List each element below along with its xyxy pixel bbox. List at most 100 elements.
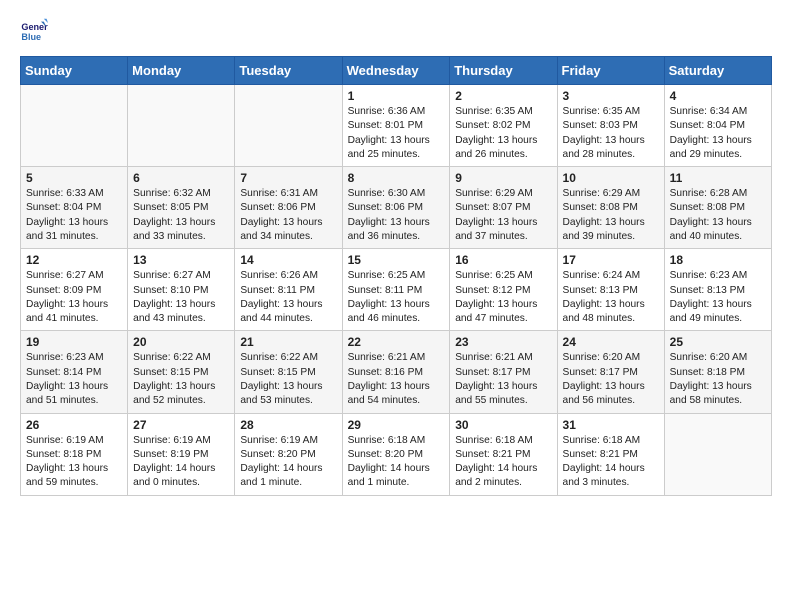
day-number: 7 (240, 171, 336, 185)
day-number: 10 (563, 171, 659, 185)
day-info: Sunrise: 6:19 AM Sunset: 8:18 PM Dayligh… (26, 434, 122, 491)
calendar-cell: 28Sunrise: 6:19 AM Sunset: 8:20 PM Dayli… (235, 413, 342, 495)
day-info: Sunrise: 6:35 AM Sunset: 8:02 PM Dayligh… (455, 105, 551, 162)
day-number: 13 (133, 253, 229, 267)
calendar-cell: 10 Sunrise: 6:29 AM Sunset: 8:08 PM Dayli… (557, 167, 664, 249)
calendar-cell: 20 Sunrise: 6:22 AM Sunset: 8:15 PM Dayli… (128, 331, 235, 413)
day-info: Sunrise: 6:22 AM Sunset: 8:15 PM Dayligh… (240, 351, 336, 408)
calendar-cell: 26 Sunrise: 6:19 AM Sunset: 8:18 PM Dayli… (21, 413, 128, 495)
day-info: Sunrise: 6:31 AM Sunset: 8:06 PM Dayligh… (240, 187, 336, 244)
day-info: Sunrise: 6:32 AM Sunset: 8:05 PM Dayligh… (133, 187, 229, 244)
calendar-cell: 15Sunrise: 6:25 AM Sunset: 8:11 PM Dayli… (342, 249, 450, 331)
svg-text:Blue: Blue (21, 32, 41, 42)
day-number: 18 (670, 253, 766, 267)
day-info: Sunrise: 6:23 AM Sunset: 8:13 PM Dayligh… (670, 269, 766, 326)
calendar-week-row: 5Sunrise: 6:33 AM Sunset: 8:04 PM Daylig… (21, 167, 772, 249)
weekday-header-thursday: Thursday (450, 57, 557, 85)
day-info: Sunrise: 6:21 AM Sunset: 8:17 PM Dayligh… (455, 351, 551, 408)
calendar-week-row: 19 Sunrise: 6:23 AM Sunset: 8:14 PM Dayli… (21, 331, 772, 413)
day-number: 25 (670, 335, 766, 349)
day-number: 4 (670, 89, 766, 103)
weekday-header-monday: Monday (128, 57, 235, 85)
day-number: 21 (240, 335, 336, 349)
weekday-header-sunday: Sunday (21, 57, 128, 85)
calendar-cell: 11 Sunrise: 6:28 AM Sunset: 8:08 PM Dayli… (664, 167, 771, 249)
calendar-cell: 7 Sunrise: 6:31 AM Sunset: 8:06 PM Daylig… (235, 167, 342, 249)
day-number: 19 (26, 335, 122, 349)
day-info: Sunrise: 6:29 AM Sunset: 8:08 PM Dayligh… (563, 187, 659, 244)
weekday-header-wednesday: Wednesday (342, 57, 450, 85)
calendar-cell: 8Sunrise: 6:30 AM Sunset: 8:06 PM Daylig… (342, 167, 450, 249)
day-info: Sunrise: 6:26 AM Sunset: 8:11 PM Dayligh… (240, 269, 336, 326)
calendar-cell: 6 Sunrise: 6:32 AM Sunset: 8:05 PM Daylig… (128, 167, 235, 249)
calendar-cell: 22 Sunrise: 6:21 AM Sunset: 8:16 PM Dayli… (342, 331, 450, 413)
day-number: 23 (455, 335, 551, 349)
day-number: 3 (563, 89, 659, 103)
day-info: Sunrise: 6:23 AM Sunset: 8:14 PM Dayligh… (26, 351, 122, 408)
calendar-cell: 25 Sunrise: 6:20 AM Sunset: 8:18 PM Dayli… (664, 331, 771, 413)
day-info: Sunrise: 6:25 AM Sunset: 8:12 PM Dayligh… (455, 269, 551, 326)
day-info: Sunrise: 6:18 AM Sunset: 8:21 PM Dayligh… (563, 434, 659, 491)
calendar-cell: 1Sunrise: 6:36 AM Sunset: 8:01 PM Daylig… (342, 85, 450, 167)
day-number: 20 (133, 335, 229, 349)
day-info: Sunrise: 6:36 AM Sunset: 8:01 PM Dayligh… (348, 105, 445, 162)
calendar-cell: 24 Sunrise: 6:20 AM Sunset: 8:17 PM Dayli… (557, 331, 664, 413)
day-info: Sunrise: 6:27 AM Sunset: 8:10 PM Dayligh… (133, 269, 229, 326)
general-blue-logo-icon: General Blue (20, 16, 48, 44)
calendar-cell: 4 Sunrise: 6:34 AM Sunset: 8:04 PM Daylig… (664, 85, 771, 167)
day-info: Sunrise: 6:28 AM Sunset: 8:08 PM Dayligh… (670, 187, 766, 244)
day-info: Sunrise: 6:19 AM Sunset: 8:19 PM Dayligh… (133, 434, 229, 491)
page-header: General Blue (20, 16, 772, 44)
day-number: 30 (455, 418, 551, 432)
calendar-cell: 12Sunrise: 6:27 AM Sunset: 8:09 PM Dayli… (21, 249, 128, 331)
calendar-cell: 2 Sunrise: 6:35 AM Sunset: 8:02 PM Daylig… (450, 85, 557, 167)
day-info: Sunrise: 6:18 AM Sunset: 8:20 PM Dayligh… (348, 434, 445, 491)
calendar-cell: 27 Sunrise: 6:19 AM Sunset: 8:19 PM Dayli… (128, 413, 235, 495)
day-number: 27 (133, 418, 229, 432)
day-number: 16 (455, 253, 551, 267)
calendar-cell (21, 85, 128, 167)
calendar-cell: 21 Sunrise: 6:22 AM Sunset: 8:15 PM Dayli… (235, 331, 342, 413)
calendar-cell: 18 Sunrise: 6:23 AM Sunset: 8:13 PM Dayli… (664, 249, 771, 331)
calendar-week-row: 12Sunrise: 6:27 AM Sunset: 8:09 PM Dayli… (21, 249, 772, 331)
calendar-cell: 30 Sunrise: 6:18 AM Sunset: 8:21 PM Dayli… (450, 413, 557, 495)
calendar-table: SundayMondayTuesdayWednesdayThursdayFrid… (20, 56, 772, 496)
day-info: Sunrise: 6:33 AM Sunset: 8:04 PM Dayligh… (26, 187, 122, 244)
day-number: 22 (348, 335, 445, 349)
day-number: 14 (240, 253, 336, 267)
calendar-cell: 23 Sunrise: 6:21 AM Sunset: 8:17 PM Dayli… (450, 331, 557, 413)
day-info: Sunrise: 6:25 AM Sunset: 8:11 PM Dayligh… (348, 269, 445, 326)
calendar-cell: 17 Sunrise: 6:24 AM Sunset: 8:13 PM Dayli… (557, 249, 664, 331)
weekday-header-tuesday: Tuesday (235, 57, 342, 85)
weekday-header-friday: Friday (557, 57, 664, 85)
calendar-week-row: 1Sunrise: 6:36 AM Sunset: 8:01 PM Daylig… (21, 85, 772, 167)
calendar-cell (664, 413, 771, 495)
calendar-cell: 5Sunrise: 6:33 AM Sunset: 8:04 PM Daylig… (21, 167, 128, 249)
day-number: 17 (563, 253, 659, 267)
calendar-cell: 3Sunrise: 6:35 AM Sunset: 8:03 PM Daylig… (557, 85, 664, 167)
calendar-cell: 9 Sunrise: 6:29 AM Sunset: 8:07 PM Daylig… (450, 167, 557, 249)
day-number: 2 (455, 89, 551, 103)
day-info: Sunrise: 6:21 AM Sunset: 8:16 PM Dayligh… (348, 351, 445, 408)
day-number: 6 (133, 171, 229, 185)
day-info: Sunrise: 6:34 AM Sunset: 8:04 PM Dayligh… (670, 105, 766, 162)
calendar-week-row: 26 Sunrise: 6:19 AM Sunset: 8:18 PM Dayli… (21, 413, 772, 495)
day-info: Sunrise: 6:18 AM Sunset: 8:21 PM Dayligh… (455, 434, 551, 491)
day-number: 9 (455, 171, 551, 185)
calendar-header-row: SundayMondayTuesdayWednesdayThursdayFrid… (21, 57, 772, 85)
day-number: 12 (26, 253, 122, 267)
day-number: 8 (348, 171, 445, 185)
day-info: Sunrise: 6:20 AM Sunset: 8:17 PM Dayligh… (563, 351, 659, 408)
day-number: 31 (563, 418, 659, 432)
day-info: Sunrise: 6:29 AM Sunset: 8:07 PM Dayligh… (455, 187, 551, 244)
day-number: 24 (563, 335, 659, 349)
day-number: 29 (348, 418, 445, 432)
calendar-cell (235, 85, 342, 167)
day-info: Sunrise: 6:24 AM Sunset: 8:13 PM Dayligh… (563, 269, 659, 326)
calendar-cell: 19 Sunrise: 6:23 AM Sunset: 8:14 PM Dayli… (21, 331, 128, 413)
day-info: Sunrise: 6:22 AM Sunset: 8:15 PM Dayligh… (133, 351, 229, 408)
day-info: Sunrise: 6:20 AM Sunset: 8:18 PM Dayligh… (670, 351, 766, 408)
day-number: 11 (670, 171, 766, 185)
day-number: 26 (26, 418, 122, 432)
day-info: Sunrise: 6:19 AM Sunset: 8:20 PM Dayligh… (240, 434, 336, 491)
